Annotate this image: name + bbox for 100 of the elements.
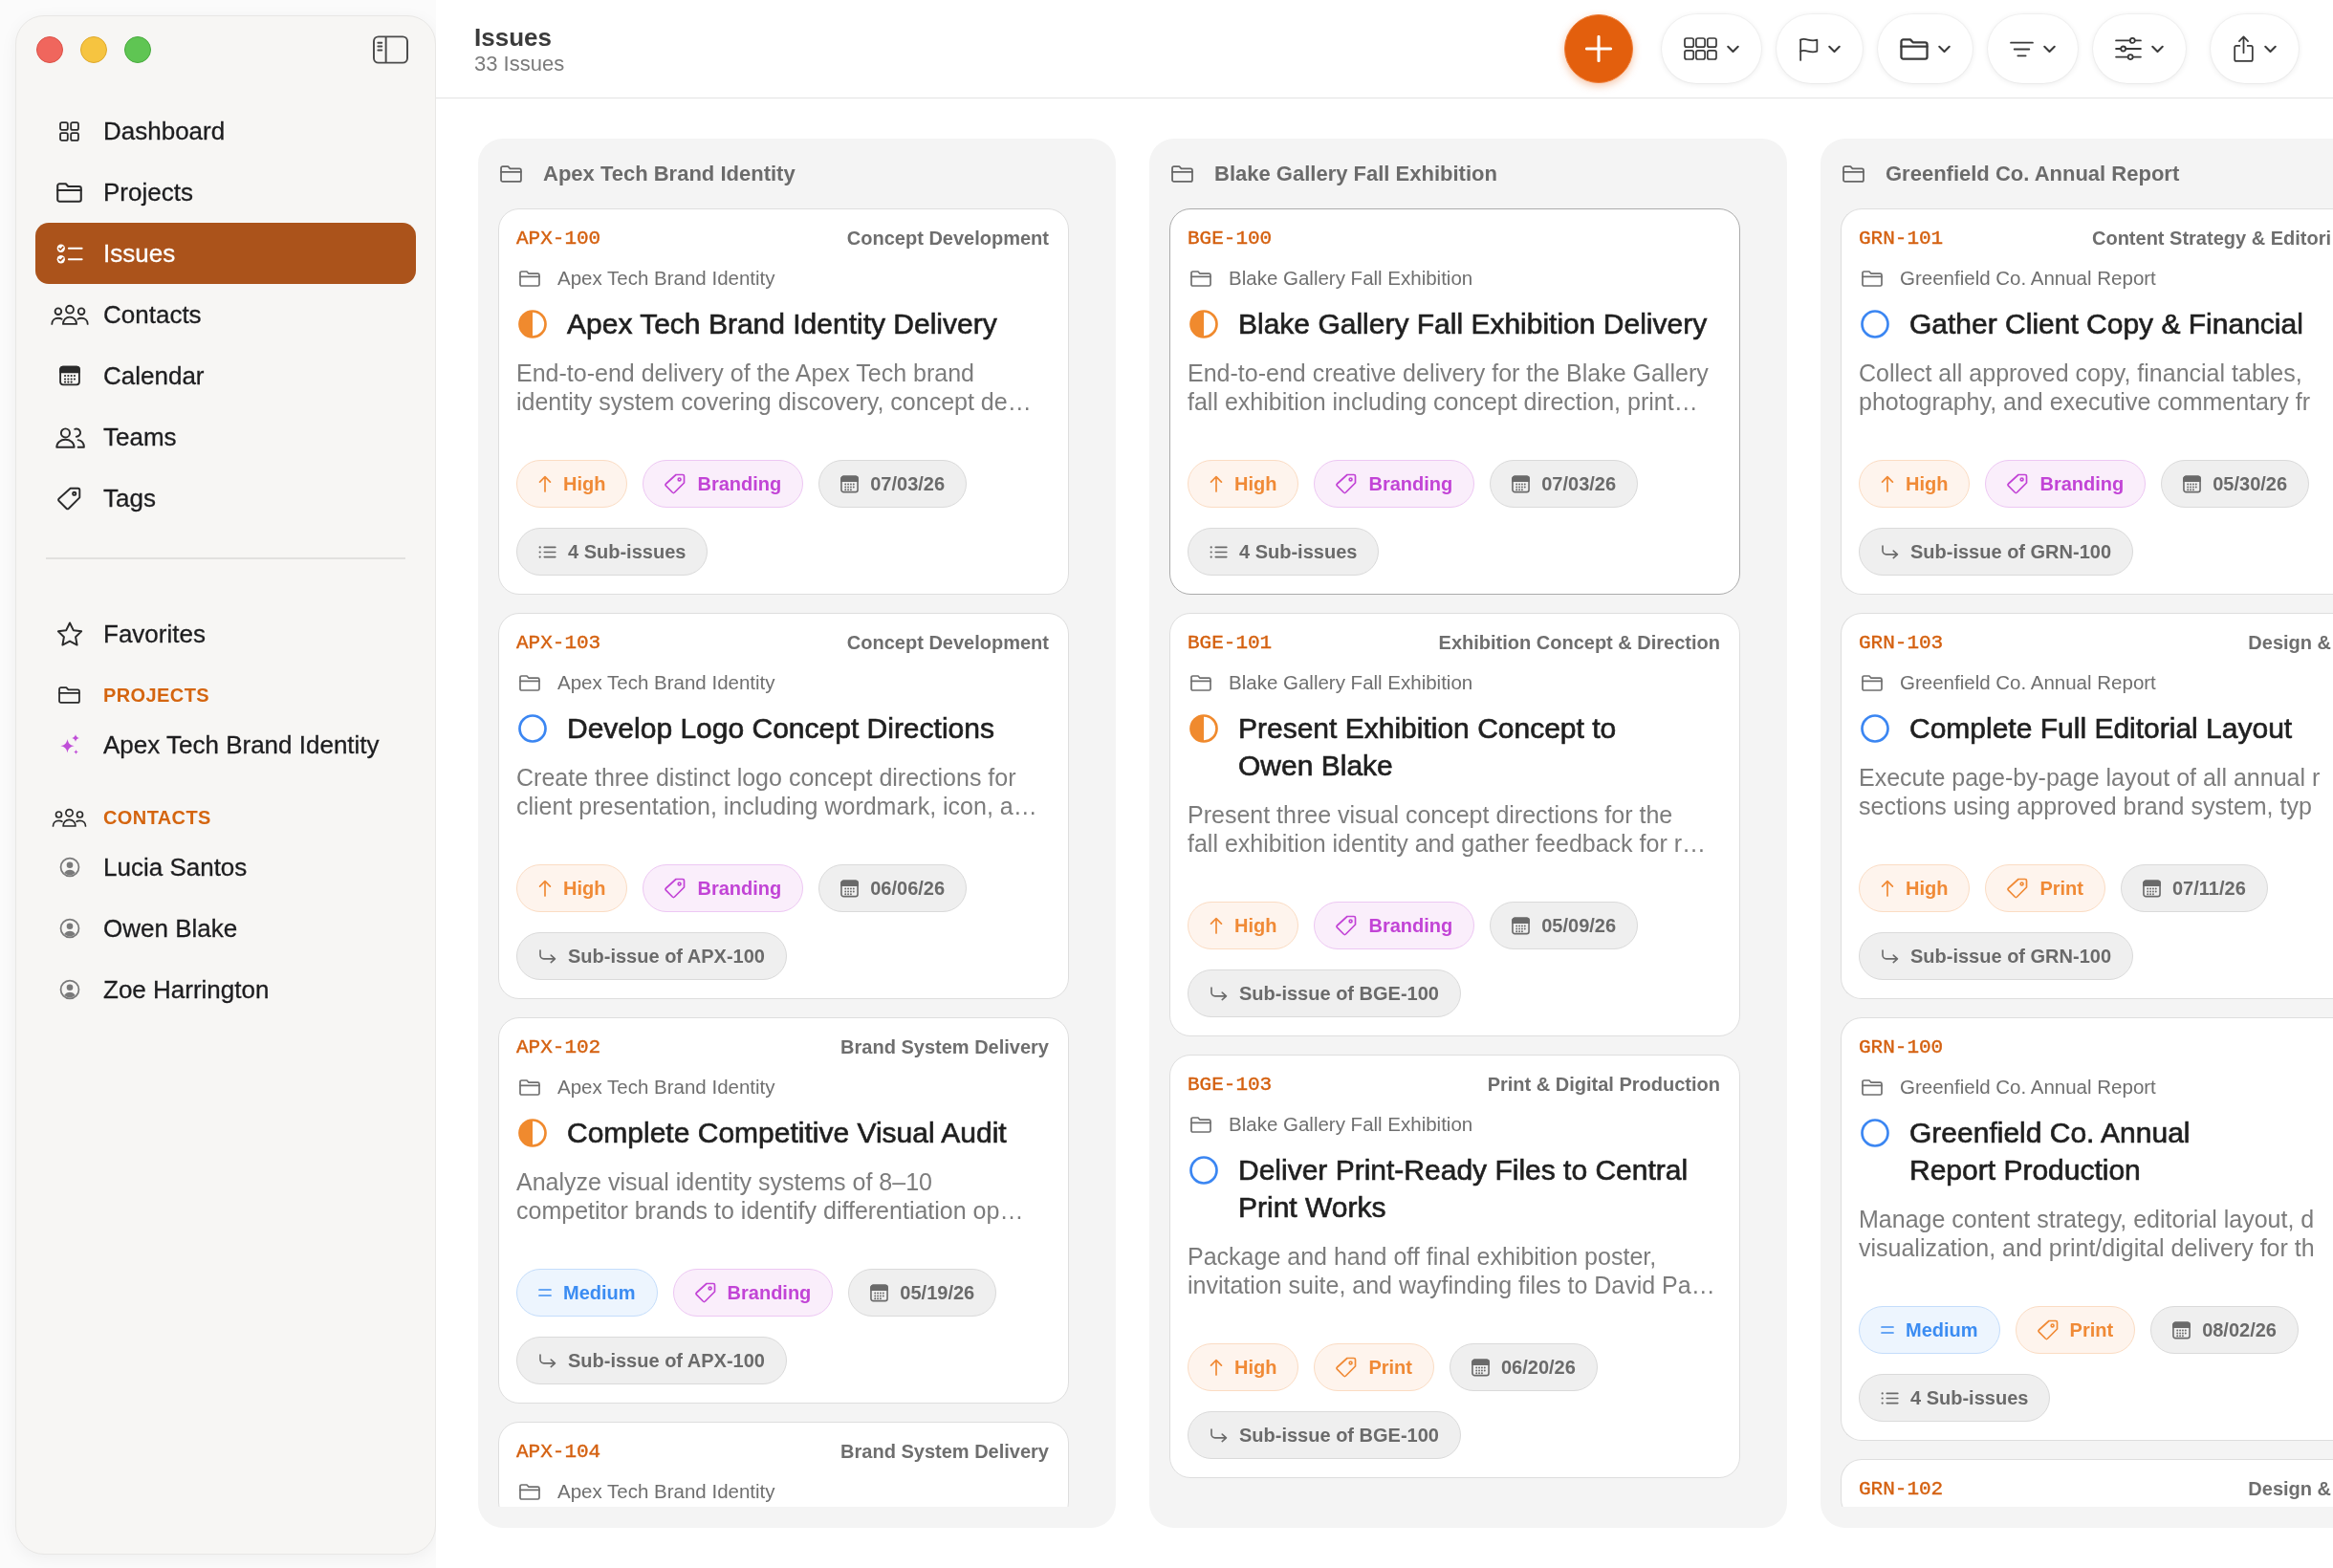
- parent-issue-label: Sub-issue of BGE-100: [1239, 982, 1439, 1005]
- people-icon: [50, 304, 89, 325]
- people-icon: [54, 425, 85, 448]
- view-menu-button[interactable]: [1662, 14, 1761, 83]
- sidebar-item[interactable]: Projects: [35, 162, 416, 223]
- sidebar-item[interactable]: Teams: [35, 406, 416, 468]
- share-menu-button[interactable]: [2211, 14, 2299, 83]
- project-name: Apex Tech Brand Identity: [557, 267, 775, 290]
- calendar-icon: [2143, 879, 2161, 898]
- issue-title: Complete Full Editorial Layout: [1909, 711, 2294, 746]
- add-button[interactable]: [1564, 14, 1633, 83]
- issue-count: 33 Issues: [474, 52, 565, 76]
- folder-icon: [1171, 164, 1193, 183]
- calendar-icon: [870, 1283, 889, 1302]
- tag-icon: [1336, 1357, 1358, 1378]
- issue-description: Execute page-by-page layout of all annual r sections using approved brand system, typ: [1859, 763, 2322, 820]
- sub-issues-label: 4 Sub-issues: [1910, 1386, 2029, 1409]
- sort-menu-button[interactable]: [1988, 14, 2078, 83]
- project-name: Blake Gallery Fall Exhibition: [1229, 671, 1473, 694]
- project-name: Apex Tech Brand Identity: [557, 671, 775, 694]
- due-date: 05/09/26: [1541, 914, 1617, 937]
- folder-menu-button[interactable]: [1878, 14, 1973, 83]
- due-date: 05/30/26: [2213, 472, 2288, 495]
- priority-label: High: [1234, 472, 1277, 495]
- page-title: Issues: [474, 23, 553, 52]
- folder-icon: [1190, 1116, 1211, 1133]
- priority-label: High: [1906, 472, 1949, 495]
- sidebar-item[interactable]: Calendar: [35, 345, 416, 406]
- priority-label: High: [563, 877, 606, 900]
- stage-label: Design &: [2248, 631, 2331, 654]
- tag-label: Branding: [1368, 472, 1453, 495]
- sidebar-item[interactable]: Issues: [35, 223, 416, 284]
- sidebar-item[interactable]: Zoe Harrington: [35, 959, 416, 1020]
- tag-icon: [665, 878, 687, 899]
- parent-issue-label: Sub-issue of APX-100: [568, 1349, 765, 1372]
- sliders-menu-button[interactable]: [2093, 14, 2186, 83]
- arrow-up-icon: [1881, 880, 1894, 897]
- issue-id: GRN-103: [1859, 631, 1944, 654]
- sidebar-toggle-button[interactable]: [373, 34, 408, 64]
- parent-issue-label: Sub-issue of APX-100: [568, 945, 765, 968]
- sidebar-item[interactable]: Contacts: [35, 284, 416, 345]
- calendar-icon: [1472, 1358, 1490, 1377]
- due-date: 07/03/26: [870, 472, 946, 495]
- issue-id: GRN-102: [1859, 1477, 1944, 1500]
- tag-icon: [2007, 473, 2029, 494]
- return-arrow-icon: [1881, 948, 1899, 964]
- issue-title: Apex Tech Brand Identity Delivery: [567, 307, 998, 341]
- sidebar-item[interactable]: Tags: [35, 468, 416, 529]
- issue-id: BGE-103: [1188, 1073, 1273, 1096]
- stage-label: Brand System Delivery: [840, 1035, 1049, 1058]
- column-title: Blake Gallery Fall Exhibition: [1214, 161, 1497, 186]
- grid-icon: [59, 120, 79, 142]
- maximize-button[interactable]: [124, 35, 151, 63]
- issue-title: Present Exhibition Concept to Owen Blake: [1238, 711, 1618, 783]
- calendar-icon: [1512, 916, 1531, 935]
- due-date: 07/11/26: [2172, 877, 2246, 900]
- arrow-up-icon: [1210, 1359, 1223, 1376]
- sidebar-item[interactable]: Owen Blake: [35, 898, 416, 959]
- calendar-icon: [1512, 474, 1531, 493]
- issue-card[interactable]: [1169, 208, 1740, 595]
- list-icon: [538, 545, 556, 558]
- tag-label: Print: [2039, 877, 2083, 900]
- tag-label: Branding: [697, 472, 782, 495]
- tag-label: Print: [2069, 1318, 2114, 1341]
- chevron-down-icon: [2043, 44, 2056, 54]
- flag-icon: [1799, 36, 1819, 61]
- issue-title: Deliver Print-Ready Files to Central Print Works: [1238, 1153, 1690, 1225]
- sidebar-item[interactable]: Lucia Santos: [35, 837, 416, 898]
- issue-card[interactable]: GRN-102 Design &: [1841, 1459, 2333, 1507]
- issue-description: Manage content strategy, editorial layout, d visualization, and print/digital delivery for th: [1859, 1205, 2316, 1262]
- tag-icon: [694, 1282, 716, 1303]
- folder-icon: [519, 1483, 540, 1500]
- arrow-up-icon: [538, 880, 552, 897]
- sidebar-item[interactable]: Favorites: [35, 603, 416, 664]
- flag-menu-button[interactable]: [1777, 14, 1863, 83]
- tag-icon: [1336, 915, 1358, 936]
- stage-label: Print & Digital Production: [1487, 1073, 1720, 1096]
- sidebar-item[interactable]: Dashboard: [35, 100, 416, 162]
- chevron-down-icon: [1828, 44, 1841, 54]
- project-name: Greenfield Co. Annual Report: [1900, 267, 2156, 290]
- issue-title: Gather Client Copy & Financial: [1909, 307, 2304, 341]
- return-arrow-icon: [538, 1353, 556, 1368]
- project-name: Greenfield Co. Annual Report: [1900, 671, 2156, 694]
- issue-title: Greenfield Co. Annual Report Production: [1909, 1116, 2191, 1187]
- issue-title: Blake Gallery Fall Exhibition Delivery: [1238, 307, 1709, 341]
- tag-icon: [1336, 473, 1358, 494]
- sidebar-item[interactable]: Apex Tech Brand Identity: [35, 714, 416, 775]
- folder-icon: [1862, 1078, 1883, 1096]
- folder-icon: [519, 1078, 540, 1096]
- issue-card[interactable]: APX-104 Brand System Delivery Apex Tech Brand Identity: [498, 1422, 1069, 1507]
- tag-label: Branding: [1368, 914, 1453, 937]
- folder-icon: [1190, 674, 1211, 691]
- due-date: 07/03/26: [1541, 472, 1617, 495]
- issue-id: GRN-101: [1859, 227, 1944, 250]
- grid-icon: [1684, 37, 1717, 60]
- close-button[interactable]: [36, 35, 63, 63]
- arrow-up-icon: [538, 475, 552, 492]
- parent-issue-label: Sub-issue of GRN-100: [1910, 540, 2112, 563]
- arrow-up-icon: [1210, 475, 1223, 492]
- issue-description: Create three distinct logo concept directions for client presentation, including wordmark, icon, a…: [516, 763, 1038, 820]
